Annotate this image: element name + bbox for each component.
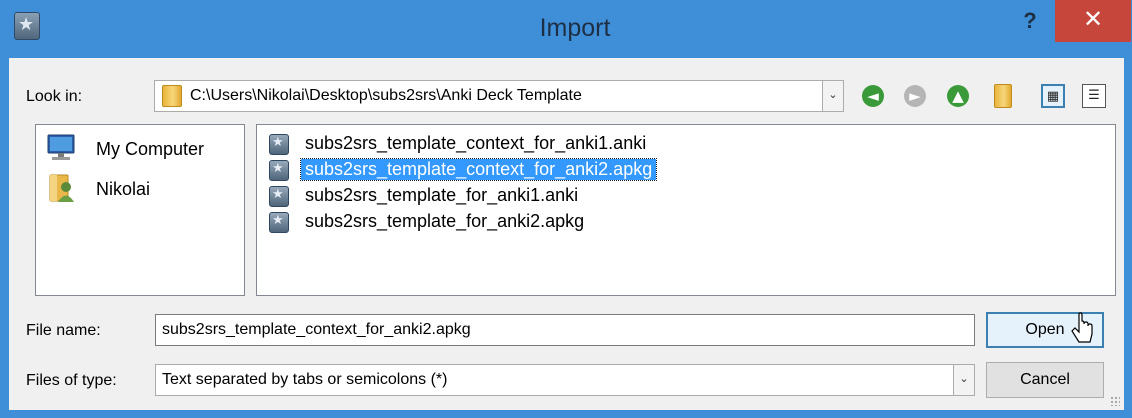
mouse-cursor-icon xyxy=(1071,312,1093,343)
back-glyph: ◄ xyxy=(867,87,879,105)
dialog-body: Look in: C:\Users\Nikolai\Desktop\subs2s… xyxy=(9,58,1124,410)
back-icon[interactable]: ◄ xyxy=(862,85,884,107)
place-label: Nikolai xyxy=(96,179,151,199)
forward-glyph: ► xyxy=(909,87,921,105)
look-in-path: C:\Users\Nikolai\Desktop\subs2srs\Anki D… xyxy=(190,87,582,104)
file-list: subs2srs_template_context_for_anki1.anki… xyxy=(256,124,1116,296)
file-item[interactable]: subs2srs_template_for_anki2.apkg xyxy=(265,209,705,235)
file-name: subs2srs_template_context_for_anki2.apkg xyxy=(299,158,658,181)
look-in-label: Look in: xyxy=(26,88,83,105)
anki-file-icon xyxy=(269,212,289,233)
file-name: subs2srs_template_context_for_anki1.anki xyxy=(305,133,647,153)
look-in-dropdown[interactable]: C:\Users\Nikolai\Desktop\subs2srs\Anki D… xyxy=(154,80,844,112)
file-name-value: subs2srs_template_context_for_anki2.apkg xyxy=(162,321,471,338)
chevron-down-icon[interactable]: ⌄ xyxy=(822,81,843,111)
place-item-nikolai[interactable]: Nikolai xyxy=(46,173,236,207)
user-folder-icon xyxy=(49,174,74,202)
file-name-label: File name: xyxy=(26,322,101,339)
places-sidebar: My Computer Nikolai xyxy=(35,124,245,296)
list-view-icon[interactable]: ▦ xyxy=(1041,84,1065,108)
file-item[interactable]: subs2srs_template_for_anki1.anki xyxy=(265,183,705,209)
file-name: subs2srs_template_for_anki1.anki xyxy=(305,185,579,205)
up-glyph: ▲ xyxy=(952,87,964,105)
computer-icon xyxy=(47,134,75,160)
up-folder-icon[interactable]: ▲ xyxy=(947,85,969,107)
file-name: subs2srs_template_for_anki2.apkg xyxy=(305,211,585,231)
file-item-selected[interactable]: subs2srs_template_context_for_anki2.apkg xyxy=(265,157,705,183)
anki-file-icon xyxy=(269,160,289,181)
new-folder-icon[interactable] xyxy=(994,84,1012,108)
folder-icon xyxy=(162,85,182,107)
file-name-input[interactable]: subs2srs_template_context_for_anki2.apkg xyxy=(155,314,975,346)
chevron-down-icon[interactable]: ⌄ xyxy=(953,365,974,395)
anki-file-icon xyxy=(269,134,289,155)
close-button[interactable]: ✕ xyxy=(1055,0,1131,42)
file-item[interactable]: subs2srs_template_context_for_anki1.anki xyxy=(265,131,705,157)
place-label: My Computer xyxy=(96,139,205,159)
cancel-button[interactable]: Cancel xyxy=(986,362,1104,398)
detail-view-icon[interactable]: ☰ xyxy=(1082,84,1106,108)
file-type-value: Text separated by tabs or semicolons (*) xyxy=(162,371,448,388)
import-dialog: Import ? ✕ Look in: C:\Users\Nikolai\Des… xyxy=(0,0,1132,418)
file-type-dropdown[interactable]: Text separated by tabs or semicolons (*)… xyxy=(155,364,975,396)
help-button[interactable]: ? xyxy=(1010,6,1050,40)
place-item-my-computer[interactable]: My Computer xyxy=(46,133,236,167)
title-bar[interactable]: Import ? ✕ xyxy=(0,0,1132,58)
forward-icon[interactable]: ► xyxy=(904,85,926,107)
anki-file-icon xyxy=(269,186,289,207)
resize-grip[interactable] xyxy=(1110,396,1120,406)
window-title: Import xyxy=(539,14,611,42)
file-type-label: Files of type: xyxy=(26,372,117,389)
